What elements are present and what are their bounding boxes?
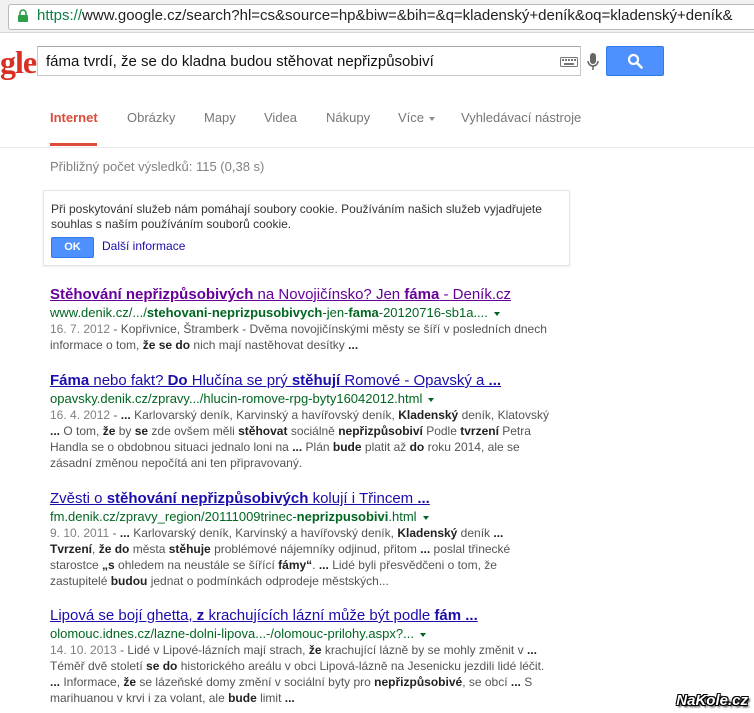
caret-down-icon[interactable] [428,397,435,402]
result-date: 16. 4. 2012 [50,408,111,422]
result-url[interactable]: opavsky.denik.cz/zpravy.../hlucin-romove… [50,390,570,407]
search-button[interactable] [606,46,664,76]
cookie-more-info-link[interactable]: Další informace [102,239,185,253]
google-logo[interactable]: gle [0,44,37,81]
lock-icon [18,9,28,22]
search-tabs: Internet Obrázky Mapy Videa Nákupy Více … [0,95,754,148]
tab-internet[interactable]: Internet [50,110,98,125]
result-snippet-text: Kopřivnice, Štramberk - Dvěma novojičíns… [50,322,547,352]
caret-down-icon[interactable] [493,311,500,316]
tab-more-label: Více [398,110,425,125]
result-title[interactable]: Zvěsti o stěhování nepřizpůsobivých kolu… [50,489,570,508]
result-title[interactable]: Lipová se bojí ghetta, z krachujících lá… [50,606,570,625]
result-date: 16. 7. 2012 [50,322,111,336]
search-icon [627,53,643,69]
result-title[interactable]: Stěhování nepřizpůsobivých na Novojičíns… [50,285,570,304]
result-date: 14. 10. 2013 [50,643,117,657]
result-snippet-text: Lidé v Lipové-lázních mají strach, že kr… [50,643,545,705]
result-url-text: www.denik.cz/.../stehovani-neprizpusobiv… [50,305,488,320]
tab-maps[interactable]: Mapy [204,110,236,125]
result-snippet-text: ... Karlovarský deník, Karvinský a havíř… [50,408,549,470]
result-url[interactable]: olomouc.idnes.cz/lazne-dolni-lipova...-/… [50,625,570,642]
search-result: Lipová se bojí ghetta, z krachujících lá… [50,606,570,706]
cookie-text: Při poskytování služeb nám pomáhají soub… [51,202,542,231]
watermark: NaKole.cz [676,692,748,709]
result-title[interactable]: Fáma nebo fakt? Do Hlučína se prý stěhuj… [50,371,570,390]
url-scheme: https:// [37,7,83,24]
search-result: Stěhování nepřizpůsobivých na Novojičíns… [50,285,570,353]
tab-videos[interactable]: Videa [264,110,297,125]
tab-images[interactable]: Obrázky [127,110,175,125]
cookie-notice: Při poskytování služeb nám pomáhají soub… [43,190,570,266]
tab-more[interactable]: Více [398,110,436,125]
result-snippet: 16. 4. 2012 - ... Karlovarský deník, Kar… [50,408,549,470]
result-url-text: opavsky.denik.cz/zpravy.../hlucin-romove… [50,391,423,406]
cookie-ok-button[interactable]: OK [51,237,94,258]
browser-toolbar: https://www.google.cz/search?hl=cs&sourc… [0,0,754,33]
result-url-text: fm.denik.cz/zpravy_region/20111009trinec… [50,509,417,524]
result-url[interactable]: www.denik.cz/.../stehovani-neprizpusobiv… [50,304,570,321]
search-result: Fáma nebo fakt? Do Hlučína se prý stěhuj… [50,371,570,471]
result-stats: Přibližný počet výsledků: 115 (0,38 s) [50,159,265,174]
keyboard-icon[interactable] [560,57,578,67]
address-bar[interactable]: https://www.google.cz/search?hl=cs&sourc… [8,4,754,30]
result-snippet-text: ... Karlovarský deník, Karvinský a havíř… [50,526,511,588]
result-snippet: 9. 10. 2011 - ... Karlovarský deník, Kar… [50,526,511,588]
result-url[interactable]: fm.denik.cz/zpravy_region/20111009trinec… [50,508,570,525]
tab-search-tools[interactable]: Vyhledávací nástroje [461,110,581,125]
result-snippet: 16. 7. 2012 - Kopřivnice, Štramberk - Dv… [50,322,547,352]
address-url: https://www.google.cz/search?hl=cs&sourc… [37,7,732,24]
result-snippet: 14. 10. 2013 - Lidé v Lipové-lázních maj… [50,643,545,705]
caret-down-icon[interactable] [422,515,429,520]
caret-down-icon[interactable] [419,632,426,637]
search-input[interactable]: fáma tvrdí, že se do kladna budou stěhov… [37,46,599,76]
result-date: 9. 10. 2011 [50,526,110,540]
result-url-text: olomouc.idnes.cz/lazne-dolni-lipova...-/… [50,626,414,641]
logo-text: gle [0,44,37,80]
chevron-down-icon [429,116,436,121]
microphone-icon[interactable] [586,52,600,72]
url-rest: www.google.cz/search?hl=cs&source=hp&biw… [82,7,733,24]
active-tab-indicator [50,143,97,146]
search-result: Zvěsti o stěhování nepřizpůsobivých kolu… [50,489,570,589]
search-query: fáma tvrdí, že se do kladna budou stěhov… [46,53,434,70]
tab-shopping[interactable]: Nákupy [326,110,370,125]
